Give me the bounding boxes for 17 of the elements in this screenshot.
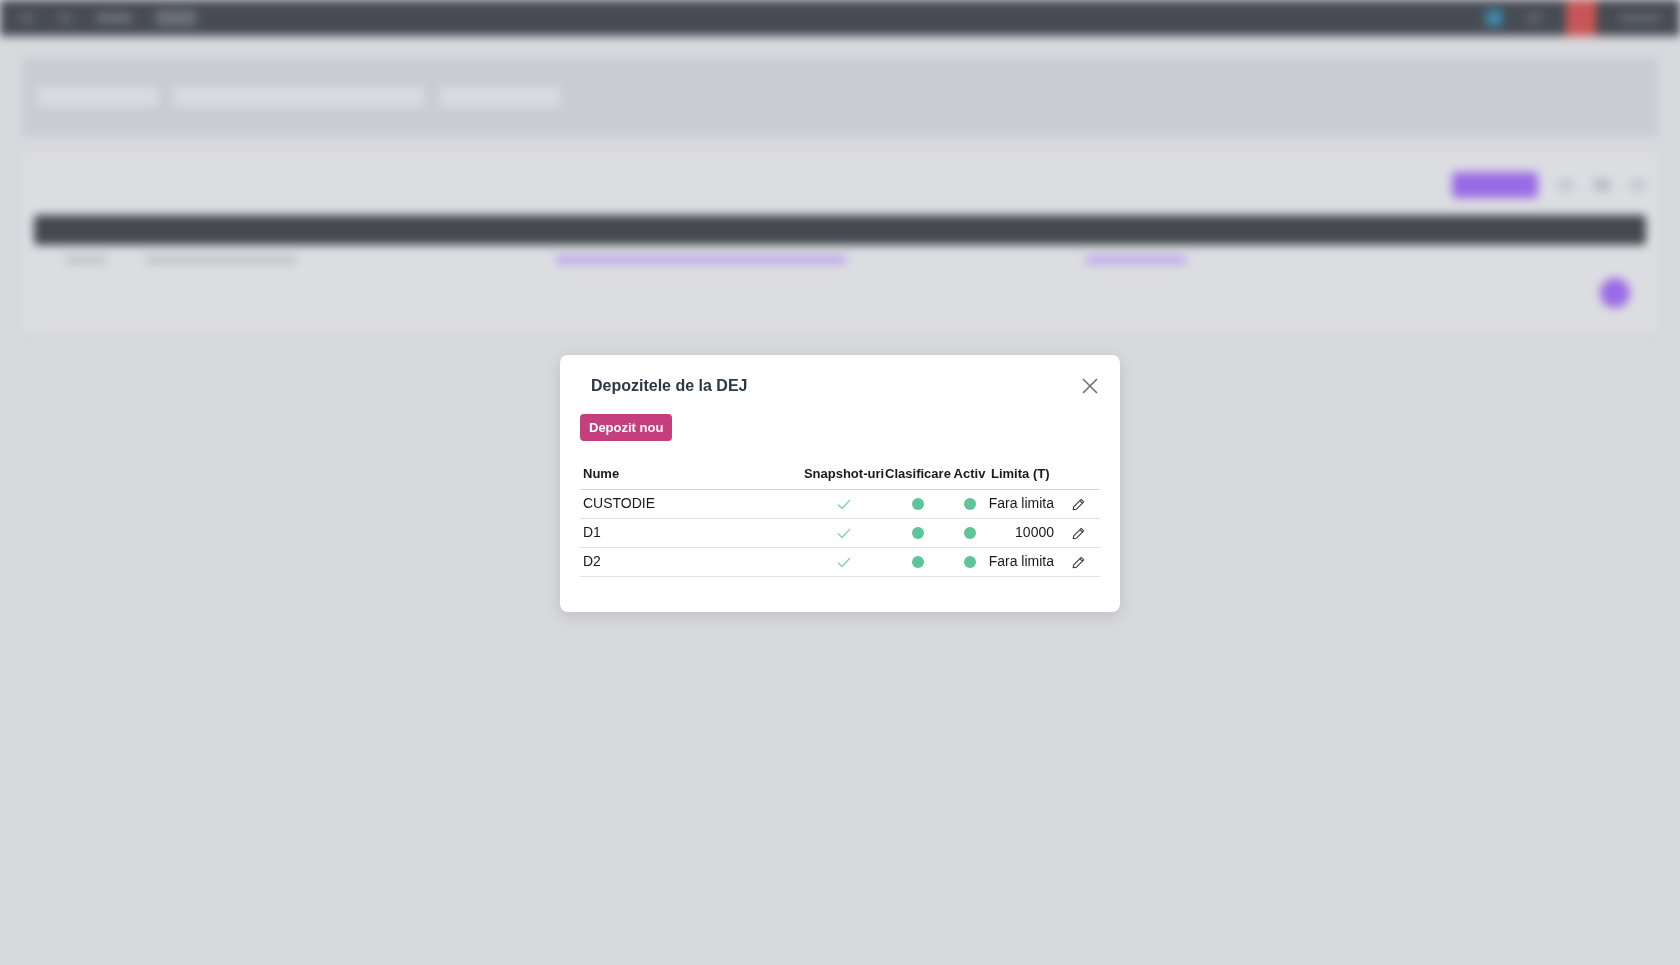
column-header: Limita (T)	[991, 465, 1050, 481]
new-warehouse-button[interactable]: Depozit nou	[580, 414, 673, 441]
dialog-title: Depozitele de la DEJ	[591, 376, 748, 396]
table-cell: CUSTODIE	[583, 495, 656, 511]
pencil-icon[interactable]	[1072, 526, 1085, 540]
column-header: Clasificare	[885, 465, 951, 481]
column-header: Snapshot-uri	[803, 465, 885, 481]
column-header: Nume	[583, 465, 620, 481]
table-cell: D2	[583, 553, 601, 569]
close-icon[interactable]	[1082, 378, 1098, 394]
table-cell: D1	[583, 524, 601, 540]
column-header: Activ	[953, 465, 986, 481]
table-cell: Fara limita	[988, 553, 1054, 569]
pencil-icon[interactable]	[1072, 497, 1085, 511]
table-cell: 10000	[1015, 524, 1054, 540]
table-cell: Fara limita	[988, 495, 1054, 511]
pencil-icon[interactable]	[1072, 555, 1085, 569]
